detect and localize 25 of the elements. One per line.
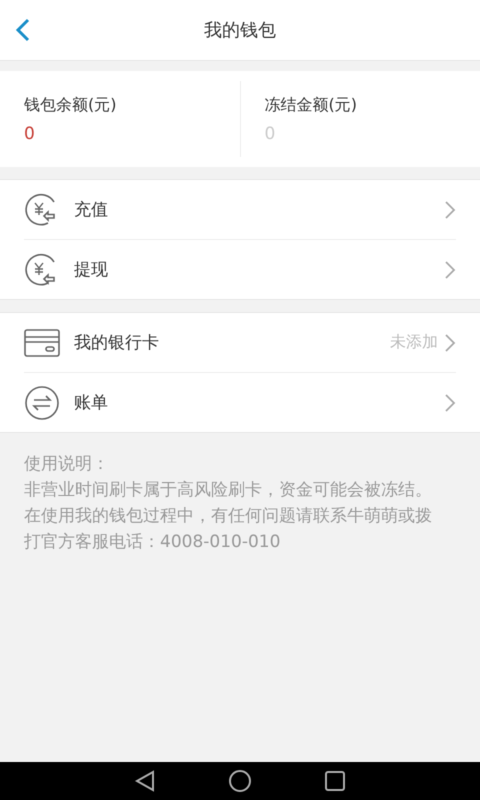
card-icon [24,328,60,356]
menu-item[interactable]: 充值 [0,180,480,239]
back-icon[interactable] [134,769,156,793]
exchange-icon [24,384,60,420]
notes-text: 在使用我的钱包过程中，有任何问题请联系牛萌萌或拨打官方客服电话：4008-010-010 [24,505,433,554]
page-title: 我的钱包 [204,19,276,42]
menu-label: 账单 [74,392,109,414]
balance-label: 冻结金额(元) [264,94,358,116]
recent-apps-icon[interactable] [324,770,346,792]
chevron-icon [444,332,456,352]
menu-label: 我的银行卡 [74,332,160,354]
balance-label: 钱包余额(元) [24,94,118,116]
home-icon[interactable] [228,769,252,793]
menu-item[interactable]: 我的银行卡 未添加 [0,313,480,372]
menu-item[interactable]: 提现 [24,239,456,299]
notes-text: 非营业时间刷卡属于高风险刷卡，资金可能会被冻结。 [24,479,433,502]
chevron-icon [444,260,456,280]
chevron-icon [444,392,456,412]
menu-item[interactable]: 账单 [24,372,456,432]
chevron-icon [444,200,456,220]
notes-title: 使用说明： [24,453,110,476]
menu-label: 充值 [74,199,109,221]
status-text: 未添加 [390,332,438,353]
menu-label: 提现 [74,259,109,281]
balance-amount: 0 [24,124,36,144]
